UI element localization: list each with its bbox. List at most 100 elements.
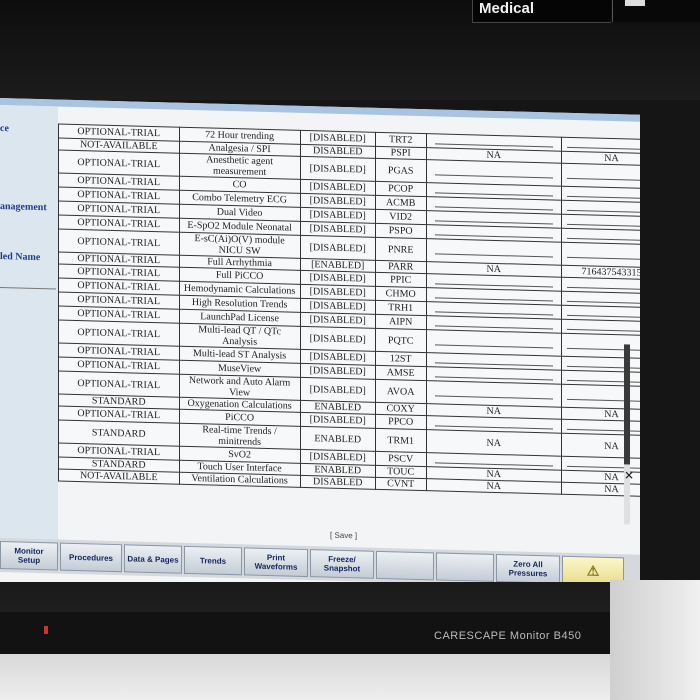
cell-text: OPTIONAL-TRIAL: [77, 294, 161, 308]
option-name-cell: Multi-lead QT / QTc Analysis: [179, 323, 301, 350]
cell-text: NA: [604, 152, 619, 165]
data-pages-button[interactable]: Data & Pages: [124, 544, 182, 574]
empty-entry-line[interactable]: [434, 288, 553, 302]
empty-entry-line[interactable]: [567, 137, 640, 151]
cell-text: OPTIONAL-TRIAL: [77, 126, 161, 140]
cell-text: Analgesia / SPI: [208, 142, 271, 156]
empty-entry-line[interactable]: [434, 353, 553, 367]
print-waveforms-button[interactable]: Print Waveforms: [244, 547, 308, 578]
empty-entry-line[interactable]: [434, 164, 553, 178]
empty-entry-line[interactable]: [434, 183, 553, 197]
freeze-snapshot-button[interactable]: Freeze/ Snapshot: [310, 549, 374, 579]
cell-text: PCOP: [388, 183, 414, 195]
cell-text: E-sC(Ai)O(V) module NICU SW: [194, 233, 285, 257]
cell-text: 72 Hour trending: [205, 129, 275, 143]
code-cell: PGAS: [375, 158, 427, 183]
cell-text: [DISABLED]: [309, 451, 366, 464]
cell-text: MuseView: [217, 362, 262, 375]
cell-text: PiCCO: [225, 411, 255, 424]
toolbar-button-label: Procedures: [68, 552, 114, 563]
cell-text: OPTIONAL-TRIAL: [77, 175, 161, 189]
empty-entry-line[interactable]: [567, 186, 640, 200]
empty-entry-line[interactable]: [567, 214, 640, 228]
empty-entry-line[interactable]: [434, 243, 553, 257]
cell-text: OPTIONAL-TRIAL: [77, 203, 161, 217]
procedures-button[interactable]: Procedures: [60, 542, 122, 573]
option-name-cell: Anesthetic agent measurement: [179, 153, 301, 180]
blank-1-button[interactable]: [376, 550, 434, 581]
empty-entry-line[interactable]: [434, 453, 553, 467]
toolbar-button-label: Data & Pages: [127, 553, 179, 565]
empty-entry-line[interactable]: [567, 305, 640, 319]
empty-entry-line[interactable]: [434, 316, 553, 330]
cell-text: OPTIONAL-TRIAL: [77, 189, 161, 203]
empty-entry-line[interactable]: [434, 334, 553, 348]
cell-text: [DISABLED]: [309, 181, 366, 194]
cell-text: OPTIONAL-TRIAL: [77, 156, 161, 170]
cell-text: [DISABLED]: [309, 383, 366, 397]
software-options-table-wrapper: OPTIONAL-TRIAL 72 Hour trending [DISABLED]…: [58, 123, 640, 498]
empty-entry-line[interactable]: [567, 228, 640, 242]
cell-text: OPTIONAL-TRIAL: [77, 377, 161, 391]
cell-text: TOUC: [387, 466, 415, 478]
cell-text: NOT-AVAILABLE: [79, 470, 158, 484]
empty-entry-line[interactable]: [567, 168, 640, 181]
empty-entry-line[interactable]: [434, 134, 553, 148]
option-name-cell: Real-time Trends / minitrends: [179, 423, 301, 450]
cell-text: OPTIONAL-TRIAL: [77, 308, 161, 322]
code-cell: PSCV: [375, 451, 427, 467]
enabled-cell: ENABLED: [300, 426, 376, 452]
cell-text: LaunchPad License: [200, 311, 279, 325]
cell-text: ACMB: [385, 197, 416, 209]
empty-entry-line[interactable]: [567, 247, 640, 260]
monitor-base: [0, 654, 610, 700]
cell-text: Full Arrhythmia: [207, 256, 272, 270]
cell-text: STANDARD: [91, 395, 146, 408]
scrollbar-thumb[interactable]: [624, 344, 630, 465]
code-cell: AIPN: [375, 314, 427, 330]
cell-text: TRM1: [387, 434, 415, 447]
empty-entry-line[interactable]: [434, 274, 553, 288]
option-name-cell: Network and Auto Alarm View: [179, 374, 301, 401]
cell-text: [DISABLED]: [309, 314, 366, 327]
empty-entry-line[interactable]: [567, 277, 640, 291]
cell-text: ENABLED: [314, 432, 362, 445]
empty-entry-line[interactable]: [434, 211, 553, 225]
enabled-cell: [DISABLED]: [300, 377, 376, 403]
trends-button[interactable]: Trends: [184, 545, 242, 576]
code-cell: TRH1: [375, 300, 427, 316]
key-cell: [561, 242, 640, 268]
close-icon[interactable]: ✕: [624, 468, 634, 482]
cell-text: NA: [486, 480, 501, 493]
cell-text: [DISABLED]: [309, 223, 366, 236]
cell-text: AMSE: [386, 367, 415, 379]
empty-entry-line[interactable]: [434, 225, 553, 239]
software-options-table: OPTIONAL-TRIAL 72 Hour trending [DISABLED]…: [58, 123, 640, 498]
empty-entry-line[interactable]: [434, 302, 553, 316]
blank-2-button[interactable]: [436, 552, 494, 582]
cell-text: PARR: [388, 261, 414, 273]
cell-text: NA: [486, 468, 501, 481]
status-cell: STANDARD: [58, 420, 180, 447]
empty-entry-line[interactable]: [567, 291, 640, 305]
zero-all-pressures-button[interactable]: Zero All Pressures: [496, 553, 560, 584]
empty-entry-line[interactable]: [434, 385, 553, 399]
enabled-cell: [DISABLED]: [300, 235, 376, 261]
empty-entry-line[interactable]: [567, 200, 640, 214]
cell-text: NA: [604, 440, 619, 452]
empty-entry-line[interactable]: [434, 367, 553, 381]
value-cell: NA: [426, 478, 562, 495]
save-button[interactable]: [ Save ]: [330, 531, 357, 541]
power-led-icon: [44, 626, 48, 634]
cell-text: OPTIONAL-TRIAL: [77, 217, 161, 231]
toolbar-button-label: Print Waveforms: [254, 552, 298, 572]
cell-text: NOT-AVAILABLE: [79, 139, 158, 153]
empty-entry-line[interactable]: [567, 319, 640, 333]
cell-text: [ENABLED]: [311, 259, 365, 272]
indicator-mark: [625, 0, 645, 6]
left-label-2: led Name: [0, 251, 41, 264]
monitor-setup-button[interactable]: Monitor Setup: [0, 541, 58, 571]
empty-entry-line[interactable]: [434, 416, 553, 430]
empty-entry-line[interactable]: [434, 197, 553, 211]
cell-text: [DISABLED]: [309, 132, 366, 145]
